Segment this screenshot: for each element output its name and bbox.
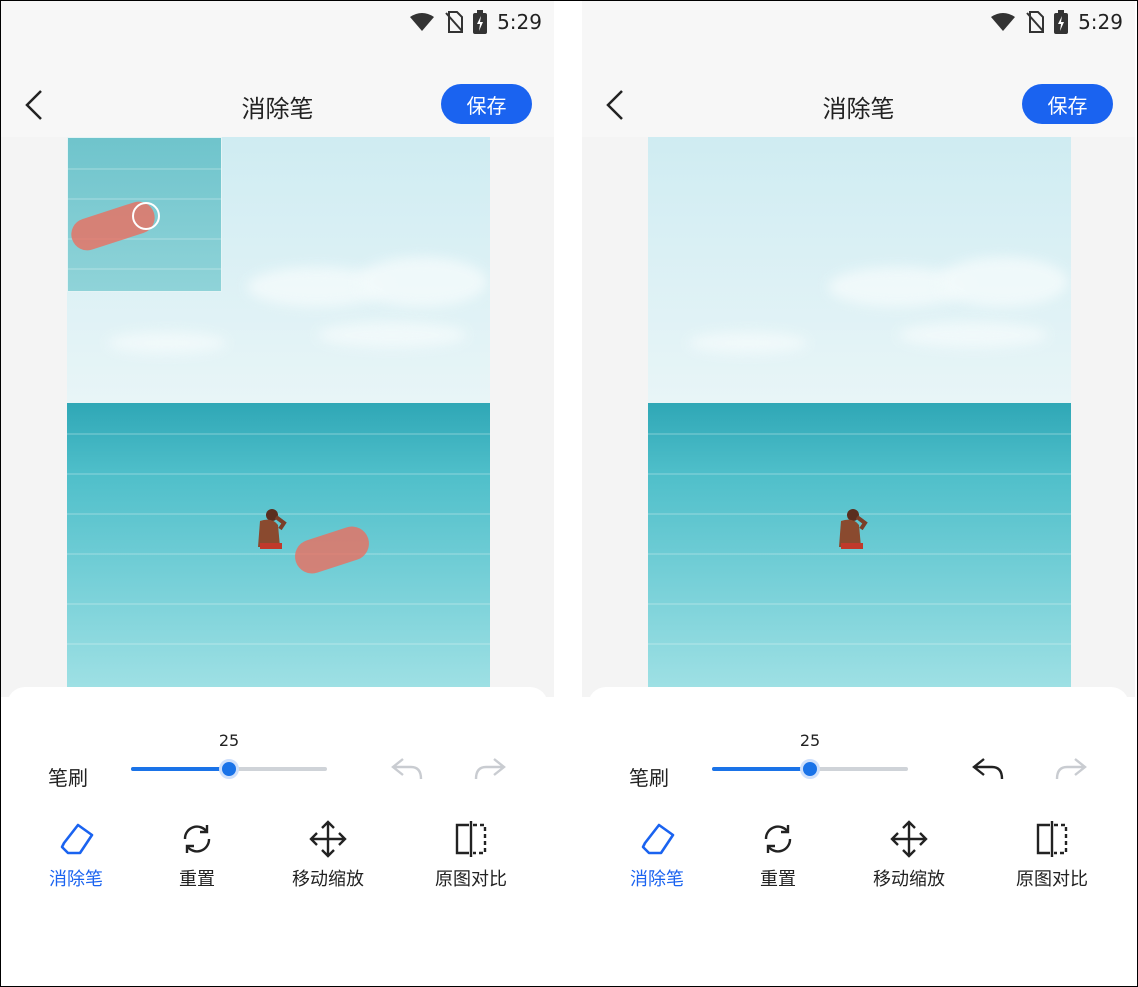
magnifier-preview [67,137,222,292]
phone-screen-before: 5:29 消除笔 保存 笔刷 25 消除笔 重置 移动缩放 原图对比 [1,1,554,985]
photo[interactable] [67,137,490,687]
slider-fill [131,767,229,771]
brush-size-slider[interactable] [712,759,908,779]
tool-label: 消除笔 [49,869,103,890]
top-area: 5:29 消除笔 保存 [582,1,1135,137]
tool-reset[interactable]: 重置 [723,819,833,899]
tool-eraser[interactable]: 消除笔 [21,819,131,899]
slider-thumb[interactable] [800,759,820,779]
tool-label: 重置 [760,869,796,890]
reset-icon [183,825,211,853]
tool-panel: 笔刷 25 消除笔 重置 移动缩放 原图对比 [7,687,548,985]
brush-label: 笔刷 [48,766,88,790]
phone-screen-after: 5:29 消除笔 保存 笔刷 25 消除笔 重置 移动缩放 原图对比 [582,1,1135,985]
slider-thumb[interactable] [219,759,239,779]
top-area: 5:29 消除笔 保存 [1,1,554,137]
brush-size-value: 25 [218,731,240,750]
no-sim-icon [1026,11,1045,33]
edit-canvas[interactable] [582,137,1135,697]
tool-label: 原图对比 [1016,869,1088,890]
no-sim-icon [445,11,464,33]
status-time: 5:29 [497,10,542,34]
wifi-icon [410,13,435,31]
brush-size-slider[interactable] [131,759,327,779]
header: 消除笔 保存 [582,81,1135,129]
tool-label: 移动缩放 [873,869,945,890]
move-icon [309,820,347,858]
status-bar: 5:29 [990,9,1123,35]
reset-icon [764,825,792,853]
tool-label: 移动缩放 [292,869,364,890]
status-time: 5:29 [1078,10,1123,34]
person-figure [258,509,287,549]
tool-label: 消除笔 [630,869,684,890]
tool-compare[interactable]: 原图对比 [416,819,526,899]
brush-cursor [132,202,160,230]
save-button[interactable]: 保存 [441,84,532,124]
brush-size-value: 25 [799,731,821,750]
wifi-icon [991,13,1016,31]
photo[interactable] [648,137,1071,687]
tool-label: 重置 [179,869,215,890]
save-button[interactable]: 保存 [1022,84,1113,124]
compare-icon [1036,821,1068,857]
tool-label: 原图对比 [435,869,507,890]
tool-eraser[interactable]: 消除笔 [602,819,712,899]
tool-compare[interactable]: 原图对比 [997,819,1107,899]
person-figure [839,509,868,549]
redo-icon[interactable] [1053,753,1089,785]
redo-icon[interactable] [472,753,508,785]
tool-move-zoom[interactable]: 移动缩放 [273,819,383,899]
photo-sky [648,137,1071,403]
tool-move-zoom[interactable]: 移动缩放 [854,819,964,899]
brush-label: 笔刷 [629,766,669,790]
battery-charging-icon [1054,10,1069,34]
battery-charging-icon [473,10,488,34]
eraser-icon [60,823,94,855]
tool-reset[interactable]: 重置 [142,819,252,899]
header: 消除笔 保存 [1,81,554,129]
compare-icon [455,821,487,857]
slider-fill [712,767,810,771]
edit-canvas[interactable] [1,137,554,697]
tool-panel: 笔刷 25 消除笔 重置 移动缩放 原图对比 [588,687,1129,985]
undo-icon[interactable] [389,753,425,785]
eraser-icon [641,823,675,855]
screen-divider [554,1,582,985]
move-icon [890,820,928,858]
status-bar: 5:29 [409,9,542,35]
undo-icon[interactable] [970,753,1006,785]
